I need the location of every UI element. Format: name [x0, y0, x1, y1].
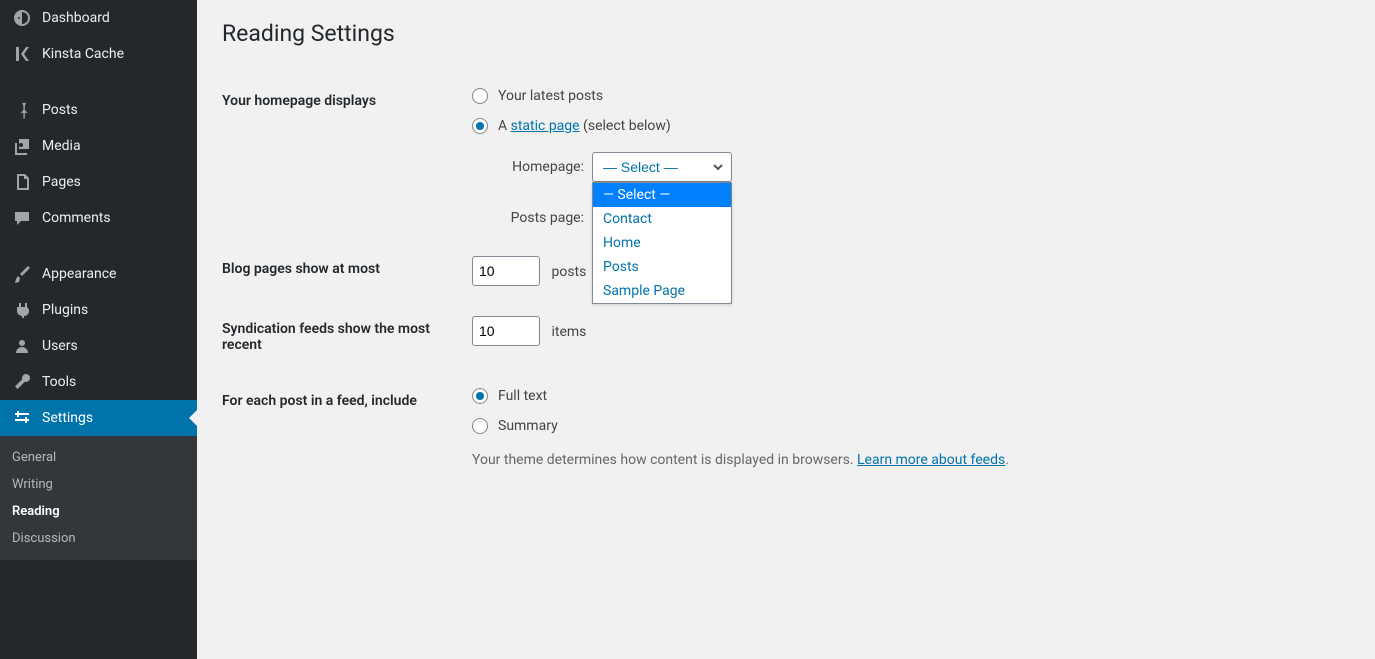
dashboard-icon: [12, 8, 32, 28]
main-content: Reading Settings Your homepage displays …: [197, 0, 1375, 659]
user-icon: [12, 336, 32, 356]
sidebar-item-comments[interactable]: Comments: [0, 200, 197, 236]
menu-separator: [0, 236, 197, 256]
sidebar-item-label: Comments: [42, 210, 111, 226]
plug-icon: [12, 300, 32, 320]
sidebar-item-label: Dashboard: [42, 10, 110, 26]
sidebar-item-media[interactable]: Media: [0, 128, 197, 164]
sidebar-item-dashboard[interactable]: Dashboard: [0, 0, 197, 36]
dropdown-option-select[interactable]: — Select —: [593, 183, 731, 207]
sidebar-item-tools[interactable]: Tools: [0, 364, 197, 400]
radio-static-page[interactable]: [472, 118, 488, 134]
learn-more-feeds-link[interactable]: Learn more about feeds: [857, 452, 1005, 468]
submenu-item-reading[interactable]: Reading: [0, 498, 197, 525]
sidebar-item-label: Pages: [42, 174, 81, 190]
comment-icon: [12, 208, 32, 228]
sidebar-item-label: Appearance: [42, 266, 116, 282]
media-icon: [12, 136, 32, 156]
submenu-item-general[interactable]: General: [0, 444, 197, 471]
static-page-link[interactable]: static page: [511, 118, 580, 134]
blog-pages-suffix: posts: [551, 264, 586, 280]
sidebar-item-label: Settings: [42, 410, 93, 426]
sidebar-item-label: Plugins: [42, 302, 88, 318]
radio-summary[interactable]: [472, 418, 488, 434]
radio-latest-posts[interactable]: [472, 88, 488, 104]
submenu-item-writing[interactable]: Writing: [0, 471, 197, 498]
homepage-dropdown: — Select — Contact Home Posts Sample Pag…: [592, 182, 732, 304]
sidebar-item-posts[interactable]: Posts: [0, 92, 197, 128]
sidebar-item-plugins[interactable]: Plugins: [0, 292, 197, 328]
homepage-displays-label: Your homepage displays: [222, 73, 462, 241]
sidebar-item-label: Posts: [42, 102, 78, 118]
sidebar-item-label: Kinsta Cache: [42, 46, 124, 62]
radio-latest-posts-label: Your latest posts: [498, 88, 603, 104]
dropdown-option-sample-page[interactable]: Sample Page: [593, 279, 731, 303]
sidebar-item-kinsta-cache[interactable]: Kinsta Cache: [0, 36, 197, 72]
blog-pages-label: Blog pages show at most: [222, 241, 462, 301]
homepage-select-label: Homepage:: [494, 159, 584, 175]
admin-sidebar: Dashboard Kinsta Cache Posts Media Pages…: [0, 0, 197, 659]
feed-content-label: For each post in a feed, include: [222, 373, 462, 483]
dropdown-option-posts[interactable]: Posts: [593, 255, 731, 279]
homepage-select[interactable]: — Select —: [592, 152, 732, 182]
kinsta-icon: [12, 44, 32, 64]
radio-full-text-label: Full text: [498, 388, 547, 404]
sidebar-item-appearance[interactable]: Appearance: [0, 256, 197, 292]
feed-description: Your theme determines how content is dis…: [472, 452, 1340, 468]
syndication-label: Syndication feeds show the most recent: [222, 301, 462, 373]
sidebar-item-label: Users: [42, 338, 78, 354]
submenu-item-discussion[interactable]: Discussion: [0, 525, 197, 552]
radio-static-page-label: A static page (select below): [498, 118, 671, 134]
syndication-input[interactable]: [472, 316, 540, 346]
pin-icon: [12, 100, 32, 120]
sidebar-item-label: Media: [42, 138, 81, 154]
sidebar-item-pages[interactable]: Pages: [0, 164, 197, 200]
brush-icon: [12, 264, 32, 284]
radio-summary-label: Summary: [498, 418, 558, 434]
page-icon: [12, 172, 32, 192]
sliders-icon: [12, 408, 32, 428]
sidebar-item-settings[interactable]: Settings: [0, 400, 197, 436]
syndication-suffix: items: [551, 324, 586, 340]
settings-submenu: General Writing Reading Discussion: [0, 436, 197, 560]
page-title: Reading Settings: [222, 10, 1350, 53]
posts-page-select-label: Posts page:: [494, 210, 584, 226]
dropdown-option-home[interactable]: Home: [593, 231, 731, 255]
radio-full-text[interactable]: [472, 388, 488, 404]
settings-form: Your homepage displays Your latest posts…: [222, 73, 1350, 483]
sidebar-item-label: Tools: [42, 374, 76, 390]
blog-pages-input[interactable]: [472, 256, 540, 286]
menu-separator: [0, 72, 197, 92]
dropdown-option-contact[interactable]: Contact: [593, 207, 731, 231]
sidebar-item-users[interactable]: Users: [0, 328, 197, 364]
wrench-icon: [12, 372, 32, 392]
